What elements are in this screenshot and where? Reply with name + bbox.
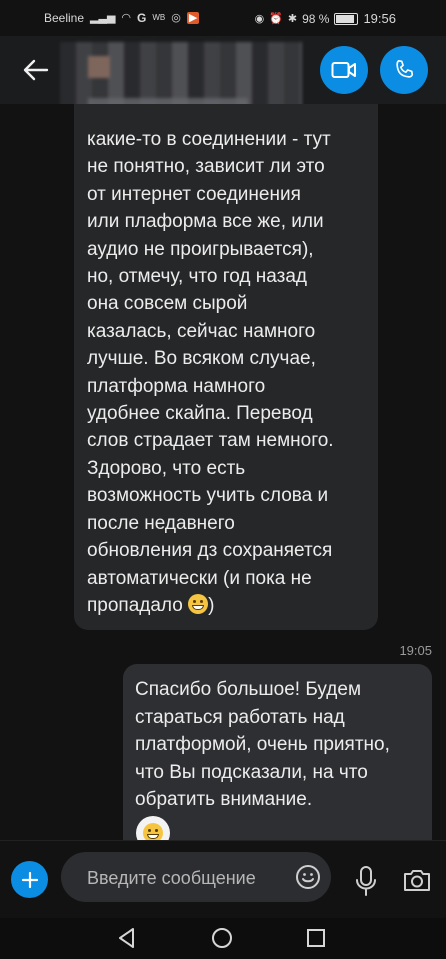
message-list[interactable]: какие-то в соединении - тут не понятно, … bbox=[0, 104, 446, 840]
reaction-badge[interactable] bbox=[136, 816, 170, 840]
message-line: не понятно, зависит ли это bbox=[87, 156, 325, 178]
message-timestamp: 19:05 bbox=[399, 643, 432, 658]
message-line: что Вы подсказали, на что bbox=[135, 761, 368, 783]
eye-icon: ◉ bbox=[254, 12, 265, 25]
message-line: Здорово, что есть bbox=[87, 457, 246, 479]
battery-icon bbox=[334, 12, 359, 25]
message-line-last: пропадало ) bbox=[87, 592, 377, 619]
chat-header bbox=[0, 36, 446, 138]
message-line: стараться работать над bbox=[135, 706, 345, 728]
message-line: лучше. Во всяком случае, bbox=[87, 348, 316, 370]
message-closing: ) bbox=[208, 594, 215, 616]
battery-percent: 98 % bbox=[302, 11, 330, 26]
message-line: казалась, сейчас намного bbox=[87, 320, 316, 342]
message-line: платформа намного bbox=[87, 375, 266, 397]
message-line: она совсем сырой bbox=[87, 293, 248, 315]
message-line: обновления дз сохраняется bbox=[87, 540, 333, 562]
network-label: G bbox=[137, 11, 147, 25]
message-line: пропадало bbox=[87, 594, 183, 616]
message-line: платформой, очень приятно, bbox=[135, 734, 390, 755]
alarm-icon: ⏰ bbox=[269, 12, 283, 25]
nav-back-icon[interactable] bbox=[115, 926, 139, 950]
notification-icon: ▶ bbox=[186, 12, 200, 24]
message-input-wrapper[interactable] bbox=[61, 852, 331, 904]
message-input[interactable] bbox=[85, 852, 289, 904]
add-attachment-button[interactable] bbox=[11, 861, 48, 898]
message-line: аудио не проигрывается), bbox=[87, 238, 314, 260]
emoji-picker-icon[interactable] bbox=[295, 864, 321, 890]
message-line: возможность учить слова и bbox=[87, 485, 329, 507]
message-line: автоматически (и пока не bbox=[87, 567, 312, 589]
outgoing-message-bubble[interactable]: Спасибо большое! Будем стараться работат… bbox=[123, 664, 432, 840]
instagram-icon: ◎ bbox=[171, 12, 181, 24]
grinning-emoji-icon bbox=[188, 593, 209, 614]
message-line: Спасибо большое! Будем bbox=[135, 679, 362, 700]
video-call-button[interactable] bbox=[320, 46, 368, 94]
message-line: от интернет соединения bbox=[87, 183, 301, 205]
nav-recents-icon[interactable] bbox=[304, 926, 328, 950]
audio-call-button[interactable] bbox=[380, 46, 428, 94]
nav-home-icon[interactable] bbox=[210, 926, 234, 950]
message-line: слов страдает там немного. bbox=[87, 430, 334, 452]
message-line: какие-то в соединении - тут bbox=[87, 129, 331, 150]
message-composer bbox=[0, 840, 446, 919]
message-line: удобнее скайпа. Перевод bbox=[87, 403, 313, 425]
microphone-icon[interactable] bbox=[352, 865, 380, 897]
plus-icon bbox=[21, 871, 38, 888]
message-line: после недавнего bbox=[87, 512, 235, 534]
bluetooth-icon: ✱ bbox=[287, 12, 298, 25]
incoming-message-text: какие-то в соединении - тут не понятно, … bbox=[87, 126, 377, 619]
camera-icon[interactable] bbox=[402, 865, 432, 895]
message-line: но, отмечу, что год назад bbox=[87, 266, 307, 288]
clock: 19:56 bbox=[363, 11, 396, 26]
message-line: обратить внимание. bbox=[135, 789, 313, 810]
app-badge: WB bbox=[152, 13, 166, 22]
arrow-left-icon bbox=[23, 59, 49, 81]
signal-icon: ▂▃▅ bbox=[90, 12, 116, 24]
status-bar: Beeline ▂▃▅ ◠ G WB ◎ ▶ ◉ ⏰ ✱ 98 % 19:56 bbox=[0, 0, 446, 36]
system-navigation-bar bbox=[0, 918, 446, 959]
incoming-message-bubble[interactable]: какие-то в соединении - тут не понятно, … bbox=[74, 104, 378, 630]
carrier-label: Beeline bbox=[44, 11, 85, 25]
outgoing-message-text: Спасибо большое! Будем стараться работат… bbox=[135, 676, 427, 814]
video-camera-icon bbox=[331, 62, 356, 78]
phone-icon bbox=[396, 60, 414, 78]
back-button[interactable] bbox=[18, 52, 54, 88]
wifi-icon: ◠ bbox=[121, 12, 132, 24]
message-line: или плаформа все же, или bbox=[87, 211, 324, 233]
laughing-emoji-icon bbox=[143, 823, 163, 840]
